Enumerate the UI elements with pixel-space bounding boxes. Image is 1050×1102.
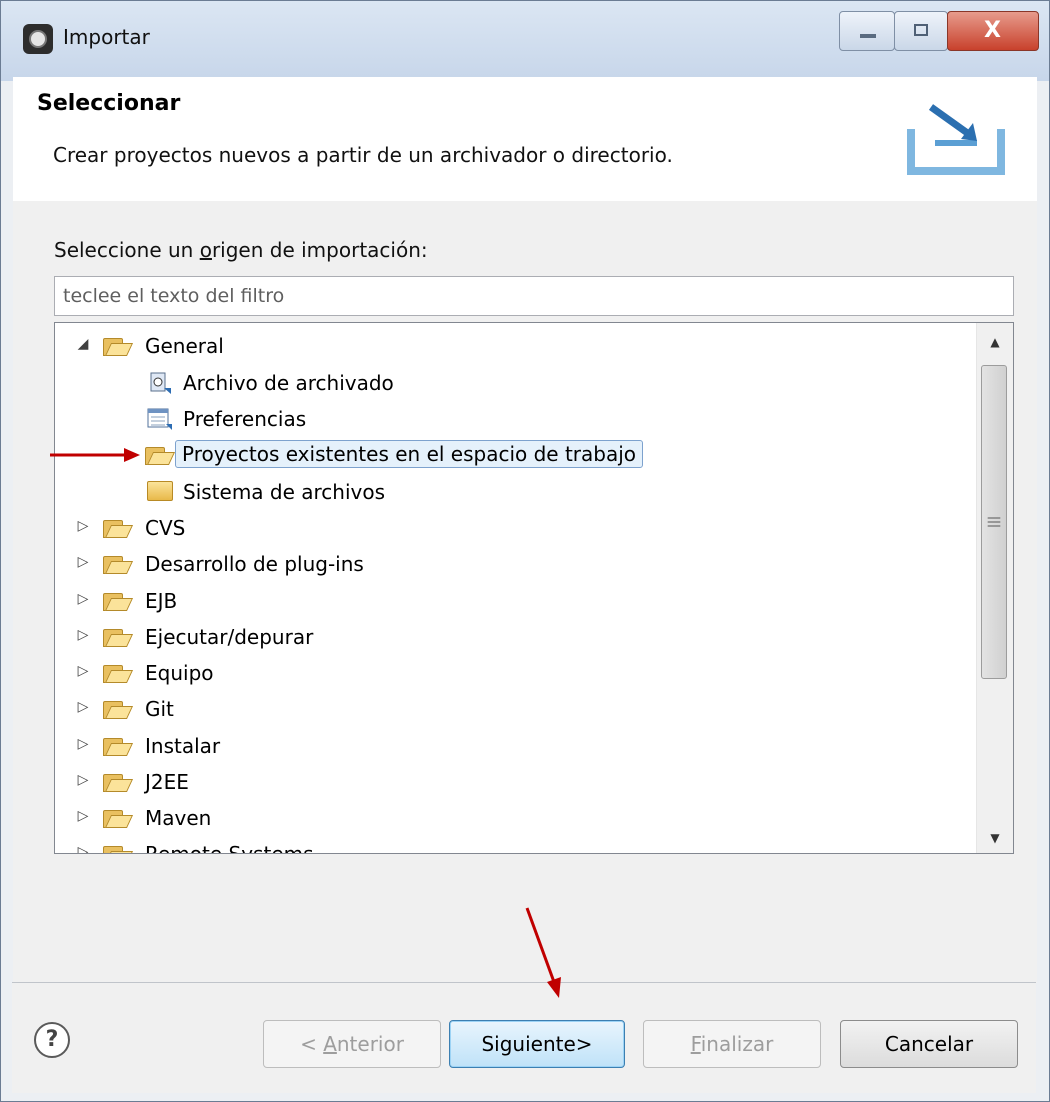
help-icon[interactable]: ? <box>34 1022 70 1058</box>
grip-icon: — — — <box>987 510 1001 534</box>
open-folder-icon <box>103 590 134 612</box>
expand-arrow-icon[interactable]: ▷ <box>75 518 91 534</box>
open-folder-icon <box>103 662 134 684</box>
expand-arrow-icon[interactable]: ▷ <box>75 554 91 570</box>
eclipse-app-icon <box>23 24 53 54</box>
open-folder-icon <box>103 626 134 648</box>
expand-arrow-icon[interactable]: ▷ <box>75 808 91 824</box>
close-button[interactable]: X <box>947 11 1039 51</box>
expand-arrow-icon[interactable]: ▷ <box>75 736 91 752</box>
wizard-header: Seleccionar Crear proyectos nuevos a par… <box>13 77 1037 202</box>
title-bar[interactable]: Importar X <box>1 1 1049 81</box>
back-button[interactable]: < Anterior <box>263 1020 441 1068</box>
tree-scrollbar[interactable]: ▲ — — — ▼ <box>976 323 1013 853</box>
open-folder-icon <box>103 517 134 539</box>
open-folder-icon <box>103 553 134 575</box>
scrollbar-thumb[interactable]: — — — <box>981 365 1007 679</box>
tree-item-category[interactable]: ▷ Ejecutar/depurar <box>55 620 975 654</box>
open-folder-icon <box>103 771 134 793</box>
open-folder-icon <box>103 735 134 757</box>
tree-item-category[interactable]: ▷ EJB <box>55 584 975 618</box>
tree-item-label: Instalar <box>145 734 221 758</box>
open-folder-icon <box>103 335 134 357</box>
minimize-icon <box>860 34 876 38</box>
next-button[interactable]: Siguiente> <box>449 1020 625 1068</box>
tree-item-preferences[interactable]: Preferencias <box>55 402 975 436</box>
expand-arrow-icon[interactable]: ▷ <box>75 699 91 715</box>
tree-item-archive[interactable]: Archivo de archivado <box>55 366 975 400</box>
page-title: Seleccionar <box>37 91 181 116</box>
tree-item-label: CVS <box>145 516 186 540</box>
scroll-up-arrow-icon[interactable]: ▲ <box>985 335 1005 349</box>
import-source-tree[interactable]: ◢ General Archivo de archivado Preferenc… <box>54 322 1014 854</box>
tree-item-label: Git <box>145 697 174 721</box>
tree-item-label: Ejecutar/depurar <box>145 625 314 649</box>
import-source-label: Seleccione un origen de importación: <box>54 238 428 262</box>
tree-item-label: Proyectos existentes en el espacio de tr… <box>175 440 644 468</box>
filter-input[interactable]: teclee el texto del filtro <box>54 276 1014 316</box>
tree-item-label: EJB <box>145 589 178 613</box>
minimize-button[interactable] <box>839 11 895 51</box>
open-folder-icon <box>103 807 134 829</box>
import-banner-icon <box>907 104 1005 175</box>
tree-item-label: Remote Systems <box>145 842 314 854</box>
tree-item-existing-projects[interactable]: Proyectos existentes en el espacio de tr… <box>55 438 975 472</box>
cancel-button[interactable]: Cancelar <box>840 1020 1018 1068</box>
tree-item-category[interactable]: ▷ Remote Systems <box>55 837 975 854</box>
maximize-button[interactable] <box>894 11 948 51</box>
tree-item-category[interactable]: ▷ CVS <box>55 511 975 545</box>
page-description: Crear proyectos nuevos a partir de un ar… <box>53 143 673 167</box>
close-icon: X <box>984 18 1001 43</box>
tree-item-category[interactable]: ▷ Git <box>55 692 975 726</box>
tree-item-category[interactable]: ▷ Maven <box>55 801 975 835</box>
archive-icon <box>150 372 171 394</box>
tree-item-label: Desarrollo de plug-ins <box>145 552 364 576</box>
folder-icon <box>147 481 173 501</box>
tree-item-label: Sistema de archivos <box>183 480 386 504</box>
scroll-down-arrow-icon[interactable]: ▼ <box>985 831 1005 845</box>
expand-arrow-icon[interactable]: ▷ <box>75 627 91 643</box>
tree-item-category[interactable]: ▷ Equipo <box>55 656 975 690</box>
tree-item-label: Maven <box>145 806 212 830</box>
tree-item-label: Preferencias <box>183 407 307 431</box>
maximize-icon <box>914 24 928 36</box>
open-folder-icon <box>103 698 134 720</box>
tree-item-category[interactable]: ▷ Instalar <box>55 729 975 763</box>
expand-arrow-icon[interactable]: ▷ <box>75 591 91 607</box>
finish-button[interactable]: Finalizar <box>643 1020 821 1068</box>
tree-item-file-system[interactable]: Sistema de archivos <box>55 475 975 509</box>
window-title: Importar <box>63 25 150 49</box>
tree-item-label: General <box>145 334 224 358</box>
tree-item-general[interactable]: ◢ General <box>55 329 975 363</box>
tree-item-label: J2EE <box>145 770 189 794</box>
expand-arrow-icon[interactable]: ▷ <box>75 772 91 788</box>
tree-item-category[interactable]: ▷ J2EE <box>55 765 975 799</box>
expand-arrow-icon[interactable]: ▷ <box>75 663 91 679</box>
expand-arrow-icon[interactable]: ▷ <box>75 844 91 853</box>
tree-item-category[interactable]: ▷ Desarrollo de plug-ins <box>55 547 975 581</box>
tree-item-label: Archivo de archivado <box>183 371 394 395</box>
collapse-arrow-icon[interactable]: ◢ <box>75 336 91 352</box>
open-folder-icon <box>103 843 134 853</box>
preferences-icon <box>147 408 172 430</box>
project-folder-icon <box>145 444 176 466</box>
tree-item-label: Equipo <box>145 661 214 685</box>
